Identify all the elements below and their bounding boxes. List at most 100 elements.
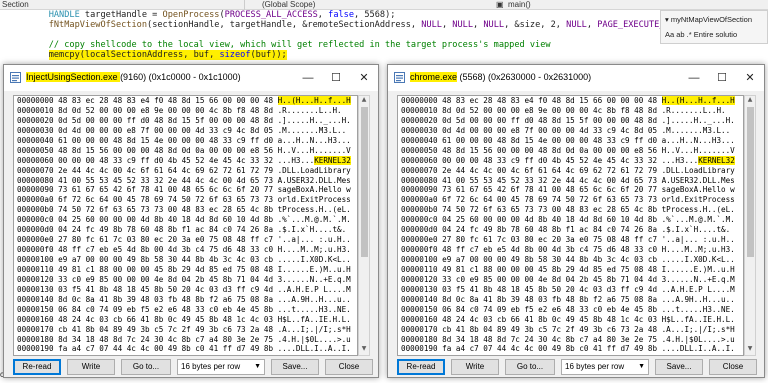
hex-offset: 00000190 [17, 344, 59, 354]
close-icon[interactable]: ✕ [736, 65, 764, 91]
hex-row: 00000010 8d 0d 52 00 00 00 e8 9e 00 00 0… [14, 106, 357, 116]
hex-bytes: 06 84 c0 74 09 eb f5 e2 e6 48 33 c0 eb 4… [58, 304, 278, 314]
hex-bytes: 27 80 fc 61 7c 03 80 ec 20 3a e0 75 08 4… [442, 235, 662, 245]
hex-offset: 00000080 [401, 175, 443, 185]
goto-button[interactable]: Go to... [121, 359, 171, 375]
find-panel: ▾ myNtMapViewOfSection Aa ab .* Entire s… [660, 10, 768, 44]
maximize-icon[interactable]: ☐ [322, 65, 350, 91]
scroll-down-icon[interactable]: ▼ [359, 345, 369, 355]
hex-offset: 00000030 [401, 125, 443, 135]
window-title-rest: (9160) (0x1c0000 - 0x1c1000) [120, 72, 241, 82]
window-app-icon [10, 72, 21, 83]
hex-bytes: 8d 0d 52 00 00 00 e8 9e 00 00 00 4c 8b f… [58, 105, 278, 115]
hex-bytes: 48 83 ec 28 48 83 e4 f0 48 8d 15 66 00 0… [442, 96, 662, 105]
hex-offset: 00000070 [17, 165, 59, 175]
hex-row: 00000080 41 00 55 53 45 52 33 32 2e 44 4… [14, 176, 357, 186]
hex-bytes: 04 24 fc 49 8b 78 60 48 8b f1 ac 84 c0 7… [58, 225, 278, 235]
vertical-scrollbar[interactable]: ▲ ▼ [744, 95, 756, 356]
write-button[interactable]: Write [451, 359, 499, 375]
hex-offset: 00000170 [401, 324, 443, 334]
code-line: memcpy(localSectionAddress, buf, sizeof(… [0, 50, 600, 60]
hex-ascii: ...A.9H..H...u.. [277, 294, 351, 304]
hex-bytes: 27 80 fc 61 7c 03 80 ec 20 3a e0 75 08 4… [58, 235, 278, 245]
hex-row: 00000130 03 f5 41 8b 48 18 45 8b 50 20 4… [14, 285, 357, 295]
write-button[interactable]: Write [67, 359, 115, 375]
hex-row: 00000190 fa a4 c7 07 44 4c 4c 00 49 8b c… [398, 344, 743, 354]
scroll-down-icon[interactable]: ▼ [745, 345, 755, 355]
code-token: targetHandle = [79, 10, 163, 20]
hex-row: 000000a0 6f 72 6c 64 00 45 78 69 74 50 7… [14, 195, 357, 205]
hex-row: 00000120 33 c0 e9 85 00 00 00 4e 8d 04 2… [14, 275, 357, 285]
window-button-row: Re-read Write Go to... 16 bytes per row ▼… [397, 359, 759, 375]
window-title: InjectUsingSection.exe (9160) (0x1c0000 … [26, 72, 241, 82]
scrollbar-thumb[interactable] [747, 107, 754, 257]
hex-offset: 00000120 [401, 274, 443, 284]
code-token: // copy shellcode to the local view, whi… [48, 40, 551, 50]
hex-row: 00000040 61 00 00 00 48 8d 15 4e 00 00 0… [398, 136, 743, 146]
hex-bytes: 48 ff c7 eb e5 4d 8b 00 4d 3b c4 75 d6 4… [442, 245, 662, 255]
hex-bytes: 8d 0d 52 00 00 00 e8 9e 00 00 00 4c 8b f… [442, 105, 662, 115]
hex-row: 00000110 49 81 c1 88 00 00 00 45 8b 29 4… [14, 265, 357, 275]
minimize-icon[interactable]: — [680, 65, 708, 91]
nav-file-combo[interactable]: Section [2, 0, 29, 9]
window-app-icon [394, 72, 405, 83]
hex-bytes: cc 48 8b d6 e9 14 ff ff ff 48 03 c3 48 8… [442, 354, 661, 355]
minimize-icon[interactable]: — [294, 65, 322, 91]
hex-offset: 00000150 [17, 304, 59, 314]
scroll-up-icon[interactable]: ▲ [745, 96, 755, 106]
hex-row: 000000a0 6f 72 6c 64 00 45 78 69 74 50 7… [398, 195, 743, 205]
close-button[interactable]: Close [709, 359, 757, 375]
hex-bytes: 03 f5 41 8b 48 18 45 8b 50 20 4c 03 d3 f… [58, 284, 278, 294]
reread-button[interactable]: Re-read [13, 359, 61, 375]
hex-view[interactable]: 00000000 48 83 ec 28 48 83 e4 f0 48 8d 1… [397, 95, 744, 356]
hex-offset: 00000070 [401, 165, 443, 175]
code-token: HANDLE [48, 10, 80, 20]
chevron-down-icon[interactable]: ▾ [665, 15, 669, 24]
window-titlebar[interactable]: InjectUsingSection.exe (9160) (0x1c0000 … [4, 65, 378, 91]
code-text[interactable]: HANDLE targetHandle = OpenProcess(PROCES… [0, 10, 696, 60]
hex-ascii: a...H..N...H3... [661, 135, 735, 145]
hex-bytes: 06 84 c0 74 09 eb f5 e2 e6 48 33 c0 eb 4… [442, 304, 662, 314]
reread-button[interactable]: Re-read [397, 359, 445, 375]
scrollbar-thumb[interactable] [361, 107, 368, 257]
vertical-scrollbar[interactable]: ▲ ▼ [358, 95, 370, 356]
code-token: false [328, 10, 355, 20]
goto-button[interactable]: Go to... [505, 359, 555, 375]
nav-member-combo[interactable]: main() [508, 0, 531, 9]
hex-row: 00000050 48 8d 15 56 00 00 00 48 8d 0d 0… [14, 146, 357, 156]
hex-bytes: fa a4 c7 07 44 4c 4c 00 49 8b c0 41 ff d… [442, 344, 662, 354]
hex-row: 00000190 fa a4 c7 07 44 4c 4c 00 49 8b c… [14, 344, 357, 354]
hex-ascii: tProcess.H..(eL. [661, 205, 735, 215]
hex-ascii: ...H3...KERNEL32 [278, 155, 351, 165]
nav-scope-combo[interactable]: (Global Scope) [262, 0, 315, 9]
hex-view[interactable]: 00000000 48 83 ec 28 48 83 e4 f0 48 8d 1… [13, 95, 358, 356]
hex-row: 00000170 cb 41 8b 04 89 49 3b c5 7c 2f 4… [398, 325, 743, 335]
hex-bytes: 8d 34 18 48 8d 7c 24 30 4c 8b c7 a4 80 3… [442, 334, 662, 344]
find-input[interactable]: myNtMapViewOfSection [671, 15, 752, 24]
hex-offset: 00000090 [17, 185, 59, 195]
hex-row: 00000020 0d 5d 00 00 00 ff d0 48 8d 15 5… [14, 116, 357, 126]
code-line: // copy shellcode to the local view, whi… [0, 40, 600, 50]
window-titlebar[interactable]: chrome.exe (5568) (0x2630000 - 0x2631000… [388, 65, 764, 91]
hex-row: 00000110 49 81 c1 88 00 00 00 45 8b 29 4… [398, 265, 743, 275]
memory-editor-window-injectusingsection: InjectUsingSection.exe (9160) (0x1c0000 … [3, 64, 379, 378]
hex-ascii: .].....H.._...H. [661, 115, 735, 125]
hex-bytes: 04 25 60 00 00 00 4d 8b 40 18 4d 8d 60 1… [58, 215, 278, 225]
close-button[interactable]: Close [325, 359, 373, 375]
find-options[interactable]: Aa ab .* Entire solutio [665, 30, 737, 39]
maximize-icon[interactable]: ☐ [708, 65, 736, 91]
hex-bytes: 0d 4d 00 00 00 e8 7f 00 00 00 4d 33 c9 4… [58, 125, 278, 135]
hex-ascii: sageBoxA.Hello w [661, 185, 735, 195]
hex-offset: 00000140 [401, 294, 443, 304]
hex-row: 00000100 e9 a7 00 00 00 49 8b 58 30 44 8… [398, 255, 743, 265]
scroll-up-icon[interactable]: ▲ [359, 96, 369, 106]
bytes-per-row-select[interactable]: 16 bytes per row ▼ [177, 359, 265, 375]
hex-offset: 00000010 [17, 105, 59, 115]
bytes-per-row-select[interactable]: 16 bytes per row ▼ [561, 359, 649, 375]
save-button[interactable]: Save... [655, 359, 703, 375]
hex-ascii: .H.......H..H..( [278, 354, 351, 355]
close-icon[interactable]: ✕ [350, 65, 378, 91]
save-button[interactable]: Save... [271, 359, 319, 375]
